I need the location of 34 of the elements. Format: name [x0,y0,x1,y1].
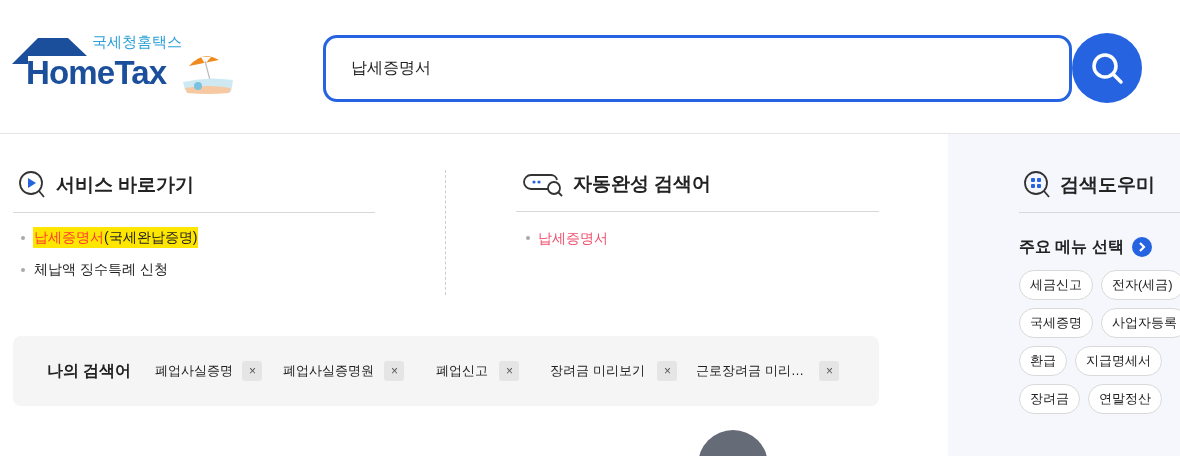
shortcut-link[interactable]: 체납액 징수특례 신청 [33,259,169,280]
remove-button[interactable]: × [384,361,405,381]
chevron-circle-icon[interactable] [1131,237,1152,257]
my-searches-title: 나의 검색어 [47,361,132,381]
grid-search-icon [1023,170,1051,200]
search-history-link[interactable]: 폐업사실증명 [155,361,234,381]
search-history-link[interactable]: 폐업신고 [436,361,489,381]
menu-chip[interactable]: 국세증명 [1019,308,1093,338]
search-history-link[interactable]: 장려금 미리보기 [550,361,646,381]
remove-button[interactable]: × [242,361,263,381]
menu-chip[interactable]: 세금신고 [1019,270,1093,300]
chat-search-icon [523,171,563,198]
search-history-link[interactable]: 폐업사실증명원 [283,361,375,381]
search-field[interactable]: 납세증명서 [323,35,1072,102]
shortcut-link[interactable]: 납세증명서(국세완납증명) [33,227,199,248]
section-title: 검색도우미 [1060,172,1155,197]
search-icon [1090,51,1124,85]
menu-chip[interactable]: 환급 [1019,346,1067,376]
menu-chip[interactable]: 전자(세금) [1101,270,1180,300]
menu-chip[interactable]: 사업자등록 [1101,308,1180,338]
menu-chip[interactable]: 장려금 [1019,384,1080,414]
menu-chip[interactable]: 연말정산 [1088,384,1162,414]
suggestion-link[interactable]: 납세증명서 [538,227,608,249]
section-title: 서비스 바로가기 [56,172,195,197]
logo-title[interactable]: HomeTax [26,55,167,89]
remove-button[interactable]: × [819,361,840,381]
remove-button[interactable]: × [499,361,520,381]
search-history-link[interactable]: 근로장려금 미리… [696,361,805,381]
menu-chip[interactable]: 지급명세서 [1075,346,1162,376]
logo-subtitle: 국세청홈택스 [92,33,182,49]
menu-select-title: 주요 메뉴 선택 [1019,237,1124,257]
section-title: 자동완성 검색어 [573,172,712,196]
remove-button[interactable]: × [657,361,678,381]
play-search-icon [18,170,46,200]
